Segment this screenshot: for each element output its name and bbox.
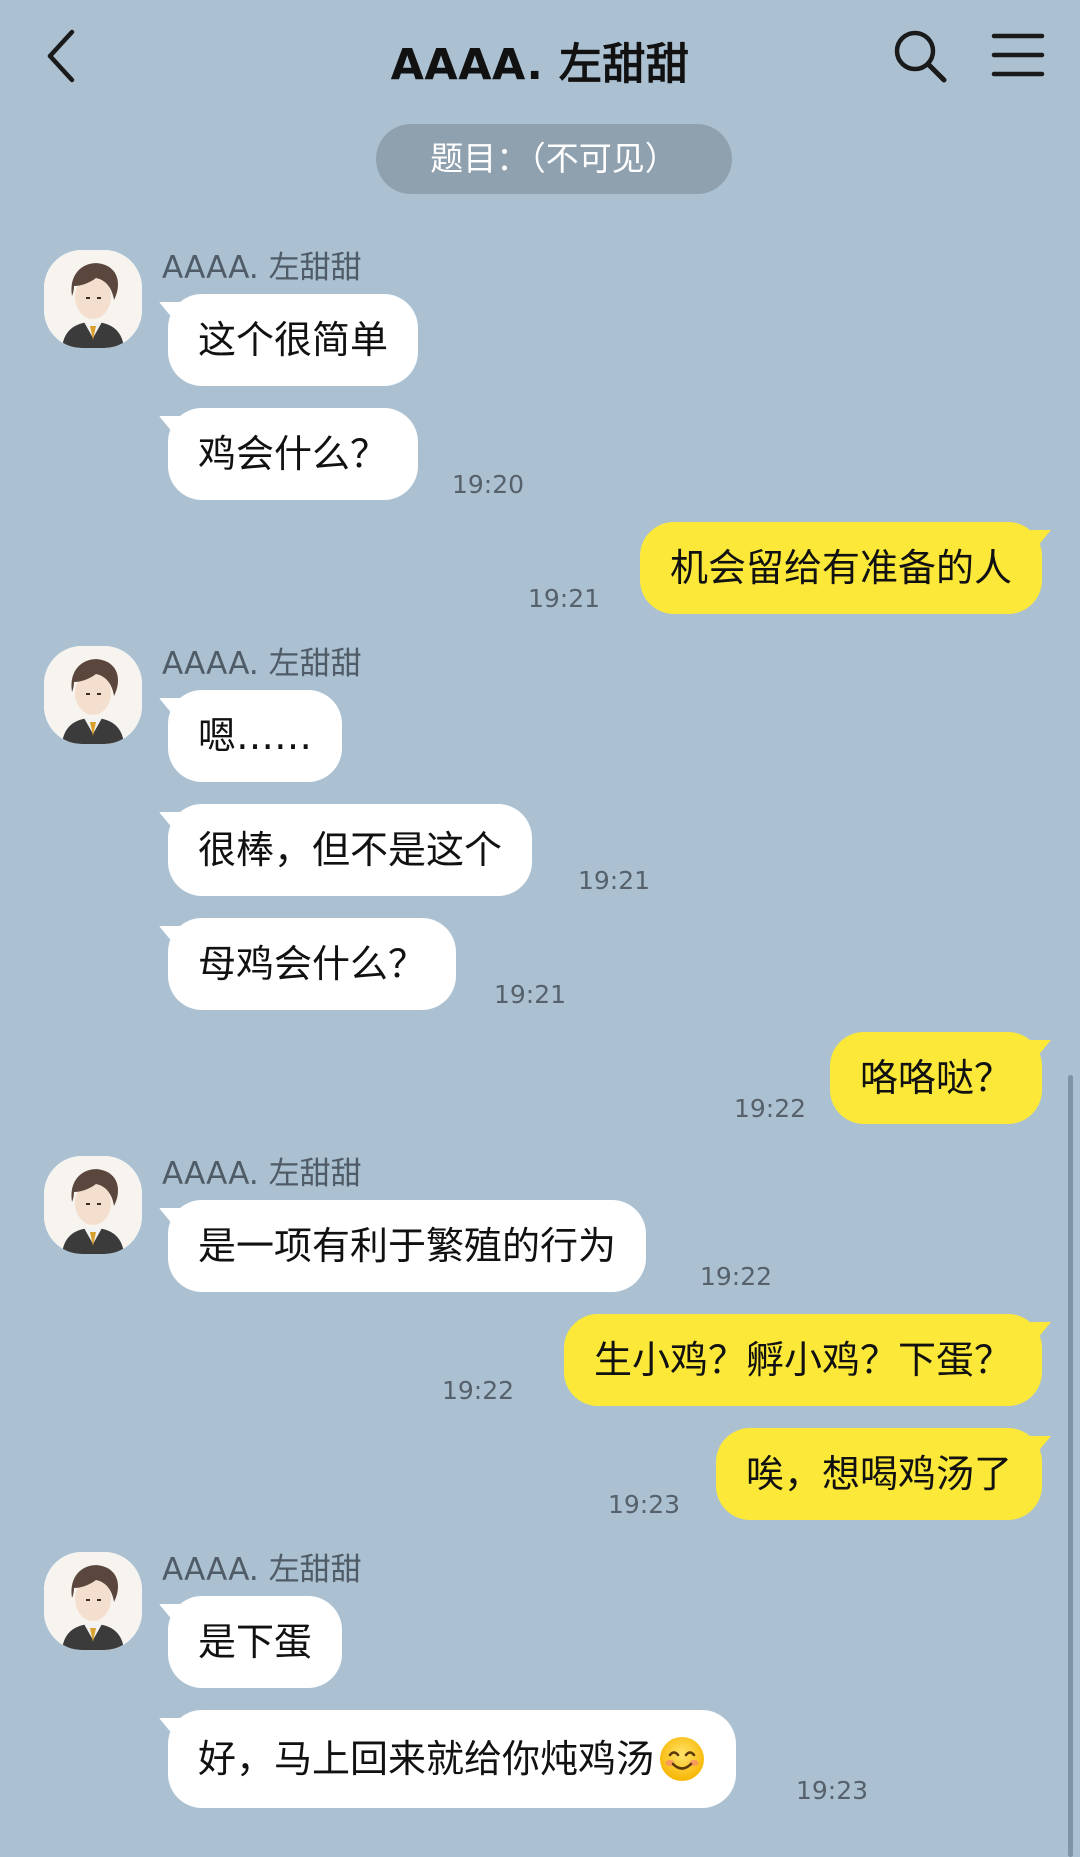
message-bubble[interactable]: 好，马上回来就给你炖鸡汤	[168, 1710, 737, 1808]
message-time: 19:21	[578, 866, 651, 895]
hamburger-menu-icon	[991, 33, 1045, 77]
menu-button[interactable]	[990, 30, 1046, 80]
avatar-portrait-icon	[44, 250, 142, 348]
search-button[interactable]	[890, 26, 950, 86]
sender-name: AAAA. 左甜甜	[162, 1552, 362, 1588]
message-time: 19:23	[796, 1776, 869, 1805]
contact-avatar[interactable]	[44, 250, 142, 348]
message-time: 19:20	[452, 470, 525, 499]
message-time: 19:22	[442, 1376, 515, 1405]
avatar-portrait-icon	[44, 1552, 142, 1650]
message-bubble[interactable]: 很棒，但不是这个	[168, 804, 533, 896]
message-bubble[interactable]: 这个很简单	[168, 294, 419, 386]
message-bubble[interactable]: 嗯……	[168, 690, 343, 782]
avatar-portrait-icon	[44, 1156, 142, 1254]
message-bubble[interactable]: 是下蛋	[168, 1596, 343, 1688]
message-text: 咯咯哒？	[859, 1056, 1012, 1100]
message-text: 嗯……	[198, 714, 313, 758]
message-time: 19:23	[608, 1490, 681, 1519]
message-text: 机会留给有准备的人	[669, 546, 1012, 590]
avatar-portrait-icon	[44, 646, 142, 744]
sender-name: AAAA. 左甜甜	[162, 1156, 362, 1192]
message-time: 19:21	[494, 980, 567, 1009]
message-bubble[interactable]: 是一项有利于繁殖的行为	[168, 1200, 647, 1292]
chat-screen: AAAA. 左甜甜 题目：（不可见） AAAA. 左甜甜 这个很简单 鸡会什么？…	[0, 0, 1080, 1857]
message-time: 19:21	[528, 584, 601, 613]
message-text: 好，马上回来就给你炖鸡汤	[198, 1737, 655, 1781]
smiling-face-emoji-icon	[660, 1736, 705, 1781]
message-bubble[interactable]: 唉，想喝鸡汤了	[715, 1428, 1042, 1520]
message-text: 母鸡会什么？	[198, 942, 427, 986]
chat-header: AAAA. 左甜甜	[0, 0, 1080, 110]
message-text: 这个很简单	[198, 318, 389, 362]
scrollbar[interactable]	[1068, 1075, 1073, 1857]
message-text: 是下蛋	[198, 1620, 313, 1664]
message-text: 很棒，但不是这个	[198, 828, 503, 872]
message-bubble[interactable]: 咯咯哒？	[829, 1032, 1042, 1124]
contact-avatar[interactable]	[44, 1552, 142, 1650]
message-text: 生小鸡？孵小鸡？下蛋？	[593, 1338, 1012, 1382]
contact-avatar[interactable]	[44, 646, 142, 744]
topic-notice[interactable]: 题目：（不可见）	[376, 124, 732, 194]
message-time: 19:22	[700, 1262, 773, 1291]
sender-name: AAAA. 左甜甜	[162, 250, 362, 286]
message-bubble[interactable]: 生小鸡？孵小鸡？下蛋？	[563, 1314, 1042, 1406]
message-bubble[interactable]: 鸡会什么？	[168, 408, 419, 500]
contact-avatar[interactable]	[44, 1156, 142, 1254]
message-time: 19:22	[734, 1094, 807, 1123]
message-text: 鸡会什么？	[198, 432, 389, 476]
search-icon	[894, 30, 947, 83]
message-bubble[interactable]: 母鸡会什么？	[168, 918, 457, 1010]
message-bubble[interactable]: 机会留给有准备的人	[639, 522, 1042, 614]
message-text: 是一项有利于繁殖的行为	[198, 1224, 617, 1268]
sender-name: AAAA. 左甜甜	[162, 646, 362, 682]
message-text: 唉，想喝鸡汤了	[745, 1452, 1012, 1496]
